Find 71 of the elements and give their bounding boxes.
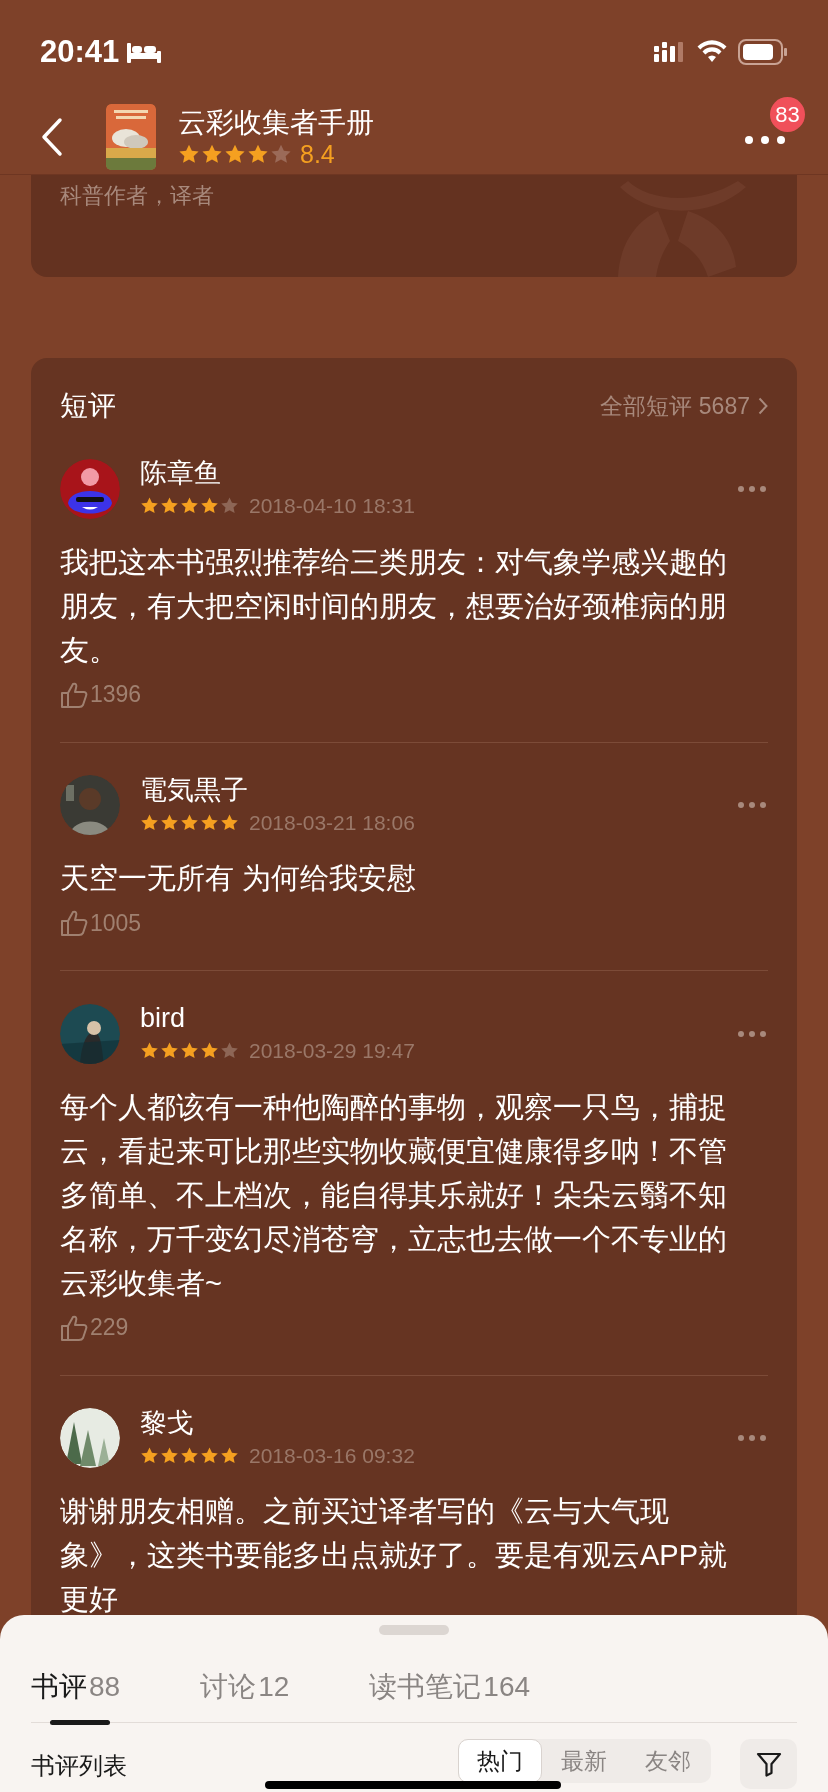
all-reviews-link[interactable]: 全部短评 5687 (600, 388, 768, 424)
star-icon (220, 1445, 239, 1465)
bed-icon (127, 41, 162, 63)
notification-badge: 83 (770, 97, 805, 132)
reviewer-name: bird (140, 1002, 187, 1035)
chevron-right-icon (758, 397, 768, 415)
list-title: 书评列表 (31, 1751, 127, 1781)
thumbs-up-icon (60, 1313, 88, 1342)
like-count: 229 (90, 1313, 129, 1343)
star-icon (160, 496, 179, 516)
wifi-icon (696, 40, 728, 64)
tab[interactable]: 书评88 (31, 1651, 121, 1723)
star-icon (220, 812, 239, 832)
like-count: 1005 (90, 908, 142, 938)
star-icon (270, 143, 292, 165)
star-icon (180, 1041, 199, 1061)
reviewer-name: 黎戈 (140, 1406, 195, 1440)
review-text: 天空一无所有 为何给我安慰 (60, 861, 418, 896)
star-icon (140, 1445, 159, 1465)
more-icon (738, 485, 766, 492)
star-icon (160, 1041, 179, 1061)
star-icon (160, 1445, 179, 1465)
star-icon (200, 496, 219, 516)
thumbs-up-icon (60, 680, 88, 709)
section-title: 短评 (60, 389, 116, 423)
filter-button[interactable] (740, 1739, 797, 1789)
review-date: 2018-03-16 09:32 (249, 1442, 415, 1469)
star-icon (180, 496, 199, 516)
more-icon (738, 1435, 766, 1442)
star-icon (178, 143, 200, 165)
book-title: 云彩收集者手册 (178, 106, 374, 140)
sort-option[interactable]: 友邻 (626, 1739, 710, 1783)
tab[interactable]: 讨论12 (200, 1651, 290, 1723)
star-icon (140, 1041, 159, 1061)
signal-icon (654, 41, 686, 63)
reviewer-name: 電気黒子 (140, 773, 249, 807)
star-icon (160, 812, 179, 832)
star-icon (220, 496, 239, 516)
star-icon (180, 1445, 199, 1465)
more-icon (738, 802, 766, 809)
like-count: 1396 (90, 680, 142, 710)
author-description: 科普作者，译者 (60, 182, 214, 210)
tab[interactable]: 读书笔记164 (369, 1651, 531, 1723)
review-date: 2018-04-10 18:31 (249, 493, 415, 519)
star-icon (180, 812, 199, 832)
star-icon (247, 143, 269, 165)
review-text: 谢谢朋友相赠。之前买过译者写的《云与大气现象》，这类书要能多出点就好了。要是有观云APP就更好 (60, 1494, 729, 1617)
star-icon (200, 1041, 219, 1061)
thumbs-up-icon (60, 909, 88, 937)
review-text: 我把这本书强烈推荐给三类朋友：对气象学感兴趣的朋友，有大把空闲时间的朋友，想要治好颈椎病的朋友。 (60, 544, 728, 668)
battery-icon (738, 39, 788, 65)
star-icon (200, 1445, 219, 1465)
star-icon (220, 1041, 239, 1061)
rating-score: 8.4 (300, 140, 335, 168)
review-date: 2018-03-29 19:47 (249, 1038, 415, 1064)
review-text: 每个人都该有一种他陶醉的事物，观察一只鸟，捕捉云，看起来可比那些实物收藏便宜健康得多呐！不管多简单、不上档次，能自得其乐就好！朵朵云翳不知名称，万千变幻尽消苍穹，立志也去做一个不专业的云彩收集者~ (60, 1089, 728, 1301)
star-icon (140, 812, 159, 832)
star-icon (201, 143, 223, 165)
more-icon (738, 1030, 766, 1037)
status-time: 20:41 (40, 32, 120, 71)
filter-icon (755, 1751, 782, 1777)
review-date: 2018-03-21 18:06 (249, 809, 415, 836)
star-icon (200, 812, 219, 832)
sort-option[interactable]: 热门 (458, 1739, 542, 1783)
more-icon (745, 136, 785, 144)
star-icon (140, 496, 159, 516)
sort-option[interactable]: 最新 (542, 1739, 626, 1783)
reviewer-name: 陈章鱼 (140, 457, 222, 490)
chevron-left-icon (40, 117, 64, 157)
drag-handle[interactable] (379, 1625, 449, 1635)
star-icon (224, 143, 246, 165)
